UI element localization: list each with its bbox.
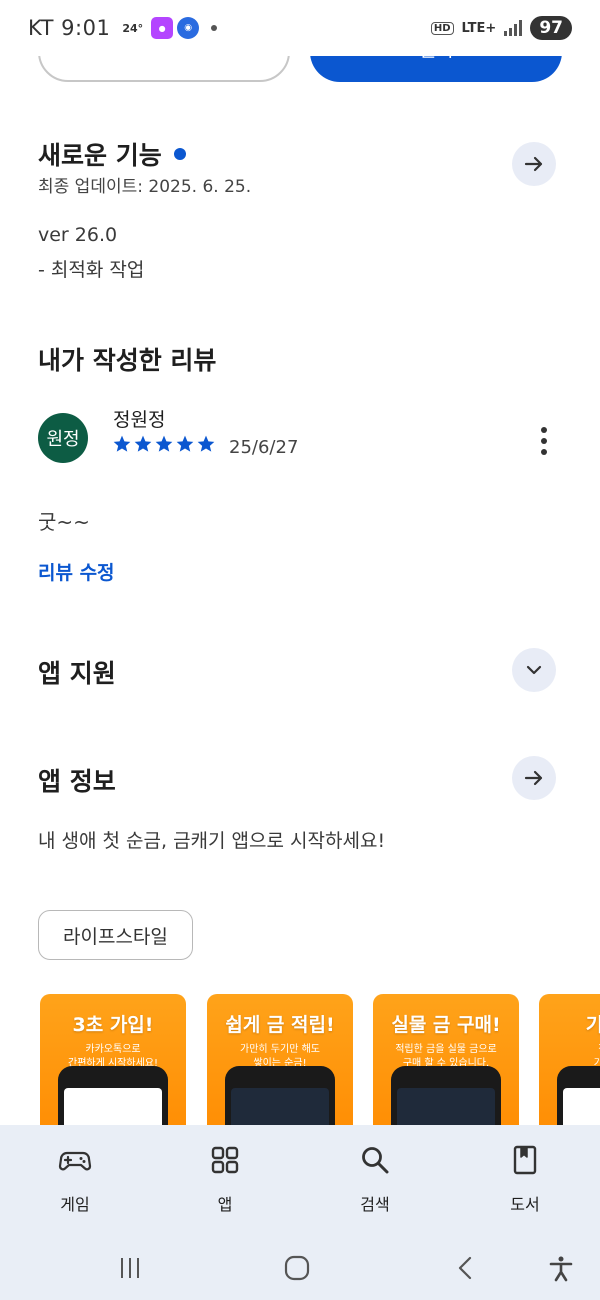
phone-mockup [225, 1066, 335, 1134]
app-description: 내 생애 첫 순금, 금캐기 앱으로 시작하세요! [38, 830, 386, 852]
search-icon [362, 1147, 389, 1174]
nav-search[interactable]: 검색 [300, 1125, 450, 1232]
nav-label: 앱 [217, 1195, 233, 1214]
screenshot-title: 3초 가입! [72, 1014, 154, 1036]
screenshot-card[interactable]: 쉽게 금 적립! 가만히 두기만 해도 쌓이는 순금! [207, 994, 353, 1134]
screenshot-title: 기프티 [585, 1014, 600, 1036]
status-carrier-time: KT 9:01 [28, 16, 111, 40]
star-icon [134, 435, 152, 452]
app-support-title: 앱 지원 [38, 659, 116, 688]
star-icon [155, 435, 173, 452]
star-icon [197, 435, 215, 452]
last-updated: 최종 업데이트: 2025. 6. 25. [38, 177, 252, 197]
review-date: 25/6/27 [229, 437, 299, 458]
nav-label: 도서 [510, 1195, 540, 1214]
nav-games[interactable]: 게임 [0, 1125, 150, 1232]
nav-books[interactable]: 도서 [450, 1125, 600, 1232]
home-icon [284, 1255, 310, 1281]
network-type: LTE+ [461, 20, 497, 36]
star-icon [113, 435, 131, 452]
version-text: ver 26.0 [38, 224, 118, 246]
screenshot-card[interactable]: 실물 금 구매! 적립한 금을 실물 금으로 구매 할 수 있습니다. [373, 994, 519, 1134]
phone-mockup [557, 1066, 600, 1134]
back-icon [458, 1256, 472, 1280]
screenshot-card[interactable]: 3초 가입! 카카오톡으로 간편하게 시작하세요! [40, 994, 186, 1134]
nav-apps[interactable]: 앱 [150, 1125, 300, 1232]
battery-indicator: 97 [530, 16, 572, 40]
screenshot-carousel[interactable]: 3초 가입! 카카오톡으로 간편하게 시작하세요! 쉽게 금 적립! 가만히 두기… [40, 994, 600, 1134]
gamepad-icon [58, 1151, 92, 1171]
review-text: 굿~~ [38, 510, 90, 534]
nav-label: 게임 [60, 1195, 90, 1214]
more-notifications-dot [211, 25, 218, 31]
signal-icon [504, 20, 523, 36]
rating-stars [112, 434, 216, 454]
chevron-down-icon [526, 665, 542, 675]
apps-grid-icon [211, 1146, 239, 1174]
app-info-arrow-button[interactable] [512, 756, 556, 800]
avatar: 원정 [38, 413, 88, 463]
status-temperature: 24° [122, 21, 144, 35]
whats-new-title: 새로운 기능 [38, 136, 186, 172]
my-review-title: 내가 작성한 리뷰 [38, 346, 217, 375]
bottom-navigation: 게임 앱 검색 도서 [0, 1125, 600, 1232]
book-icon [513, 1145, 537, 1175]
system-navigation-bar [0, 1232, 600, 1300]
back-button[interactable] [446, 1248, 486, 1288]
nav-label: 검색 [360, 1195, 390, 1214]
notification-app-icon: ● [151, 17, 174, 39]
hd-voice-icon: HD [430, 21, 454, 35]
edit-review-link[interactable]: 리뷰 수정 [38, 558, 115, 585]
accessibility-button[interactable] [541, 1248, 581, 1288]
arrow-right-icon [524, 156, 543, 172]
category-chip[interactable]: 라이프스타일 [38, 910, 193, 960]
star-icon [176, 435, 194, 452]
accessibility-icon [549, 1256, 573, 1282]
recent-apps-icon [121, 1258, 139, 1278]
status-bar: KT 9:01 24° ● ◉ HD LTE+ 97 [0, 0, 600, 56]
notification-app-icon-2: ◉ [177, 17, 200, 39]
home-button[interactable] [277, 1248, 317, 1288]
app-support-expand-button[interactable] [512, 648, 556, 692]
screenshot-title: 쉽게 금 적립! [225, 1014, 335, 1036]
more-vert-icon [541, 427, 547, 433]
screenshot-title: 실물 금 구매! [391, 1014, 501, 1036]
phone-mockup [58, 1066, 168, 1134]
phone-mockup [391, 1066, 501, 1134]
whats-new-arrow-button[interactable] [512, 142, 556, 186]
review-more-options-button[interactable] [532, 423, 556, 459]
update-note: - 최적화 작업 [38, 259, 145, 281]
arrow-right-icon [524, 770, 543, 786]
new-indicator-dot [173, 148, 186, 160]
screenshot-card[interactable]: 기프티 적립한기프티콘 [539, 994, 600, 1134]
app-info-title: 앱 정보 [38, 767, 116, 796]
recent-apps-button[interactable] [110, 1248, 150, 1288]
reviewer-name: 정원정 [113, 409, 166, 431]
